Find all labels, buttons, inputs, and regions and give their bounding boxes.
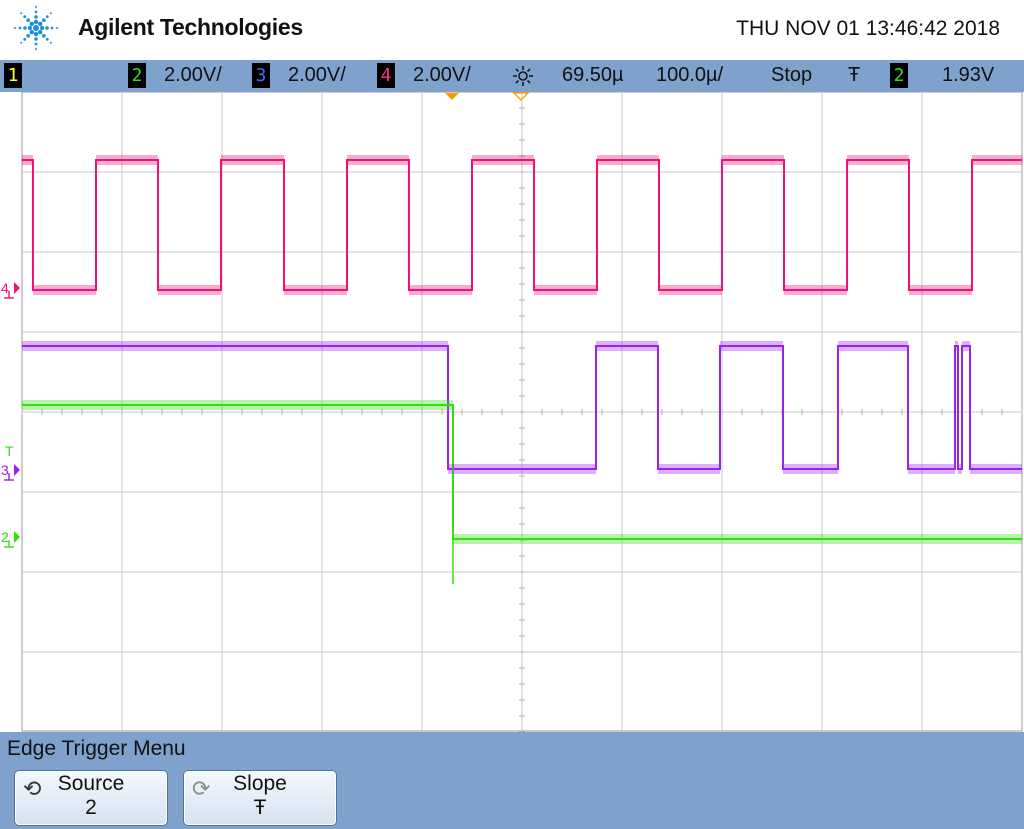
slope-softkey-label: Slope — [233, 772, 287, 795]
softkey-menu: Edge Trigger Menu ⟲ Source 2 ⟳ Slope Ŧ — [0, 732, 1024, 829]
channel-4-badge[interactable]: 4 — [377, 63, 395, 88]
agilent-spark-icon — [14, 6, 58, 50]
delay-sun-icon — [513, 66, 533, 86]
svg-text:3: 3 — [1, 462, 9, 478]
status-bar: 1 2 2.00V/ 3 2.00V/ 4 2.00V/ 69.50µ 100.… — [0, 60, 1024, 92]
channel-4-ground-marker[interactable]: 4 — [1, 280, 20, 299]
trigger-level-marker[interactable]: T — [5, 443, 14, 459]
waveform-canvas[interactable]: 4 T 3 2 — [0, 92, 1024, 732]
source-softkey[interactable]: ⟲ Source 2 — [14, 770, 168, 826]
datetime: THU NOV 01 13:46:42 2018 — [736, 17, 1000, 40]
trigger-source-badge[interactable]: 2 — [890, 63, 908, 88]
slope-softkey-value: Ŧ — [253, 796, 267, 819]
channel-2-scale: 2.00V/ — [164, 64, 222, 86]
channel-3-ground-marker[interactable]: 3 — [1, 462, 20, 481]
brand-name: Agilent Technologies — [78, 14, 303, 40]
graticule — [21, 92, 1023, 732]
source-softkey-value: 2 — [85, 796, 97, 819]
svg-text:4: 4 — [1, 280, 9, 296]
trigger-level: 1.93V — [942, 64, 995, 86]
channel-4-scale: 2.00V/ — [413, 64, 471, 86]
timebase-scale: 100.0µ/ — [656, 64, 724, 86]
svg-text:T: T — [5, 443, 14, 459]
channel-3-badge[interactable]: 3 — [252, 63, 270, 88]
waveform-display[interactable]: 4 T 3 2 — [0, 92, 1024, 732]
horizontal-delay: 69.50µ — [562, 64, 624, 86]
source-softkey-label: Source — [57, 772, 125, 795]
svg-text:2: 2 — [1, 529, 9, 545]
delay-reference-marker — [512, 92, 530, 101]
menu-title: Edge Trigger Menu — [7, 737, 186, 760]
trigger-position-marker[interactable] — [445, 93, 459, 100]
channel-1-badge[interactable]: 1 — [4, 63, 22, 88]
channel-2-badge[interactable]: 2 — [128, 63, 146, 88]
channel-3-scale: 2.00V/ — [288, 64, 346, 86]
slope-softkey[interactable]: ⟳ Slope Ŧ — [183, 770, 337, 826]
channel-2-ground-marker[interactable]: 2 — [1, 529, 20, 548]
header: Agilent Technologies THU NOV 01 13:46:42… — [0, 0, 1024, 60]
run-state: Stop — [771, 64, 813, 86]
trigger-slope-icon: Ŧ — [848, 64, 861, 86]
